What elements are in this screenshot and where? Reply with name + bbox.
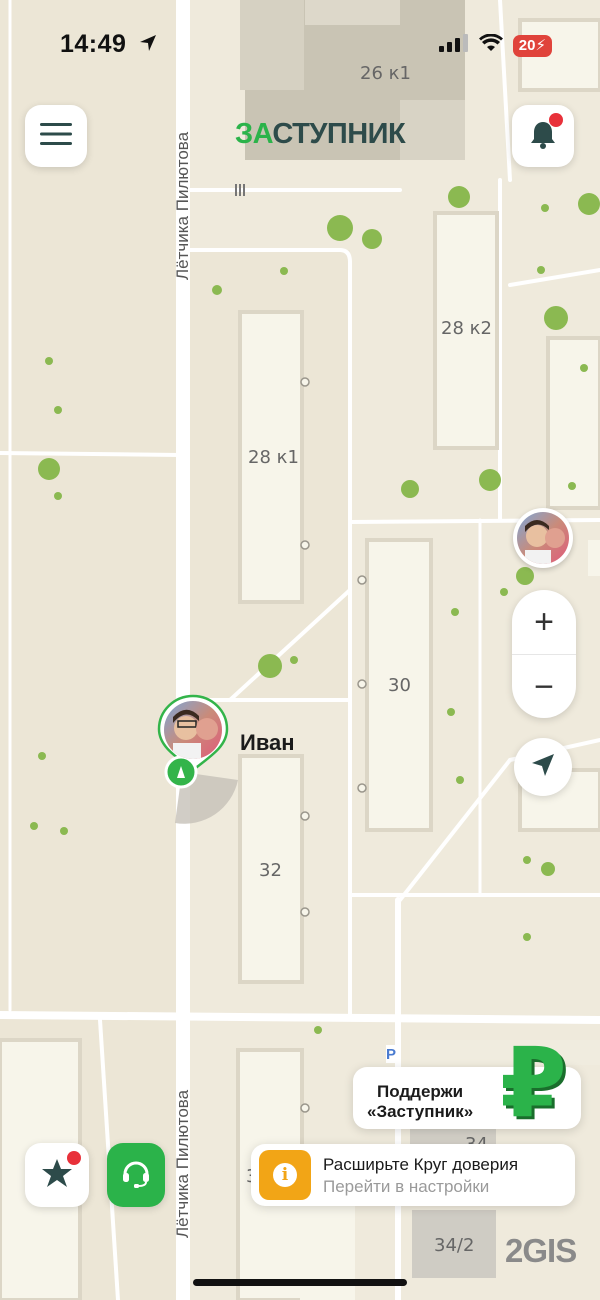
building-label: 28 к1: [248, 447, 299, 468]
location-arrow-icon: [138, 31, 158, 60]
notification-dot: [549, 112, 563, 127]
map-attribution: 2GIS: [505, 1232, 577, 1269]
bell-icon: [529, 112, 563, 154]
family-member-avatar[interactable]: [513, 508, 573, 568]
signal-icon: [438, 34, 469, 57]
support-card-line1: Поддержи: [377, 1082, 464, 1101]
hamburger-icon: [40, 122, 72, 151]
status-indicators: 20⚡: [438, 33, 552, 57]
person-marker[interactable]: [157, 694, 229, 790]
zoom-out-button[interactable]: −: [512, 655, 576, 719]
favorites-notification-dot: [67, 1150, 81, 1165]
navigation-arrow-icon: [530, 752, 556, 783]
person-avatar-photo-icon: [164, 701, 222, 759]
menu-button[interactable]: [25, 105, 87, 167]
notifications-button[interactable]: [512, 105, 574, 167]
support-card-line2: «Заступник»: [367, 1102, 474, 1121]
wifi-icon: [478, 33, 503, 57]
zoom-in-button[interactable]: +: [512, 590, 576, 655]
building-label: 34/2: [434, 1235, 475, 1256]
info-icon: i: [259, 1150, 311, 1200]
avatar-photo-icon: [517, 512, 569, 564]
my-location-button[interactable]: [514, 738, 572, 796]
logo-part1: ЗА: [235, 118, 273, 150]
headset-icon: [120, 1157, 152, 1194]
street-label: Лётчика Пилютова: [173, 131, 192, 280]
zoom-control: + −: [512, 590, 576, 718]
app-logo: ЗАСТУПНИК: [235, 118, 406, 151]
star-icon: [41, 1150, 81, 1194]
person-name-label: Иван: [240, 730, 295, 755]
building-label: 30: [388, 675, 411, 696]
building-label: 26 к1: [360, 63, 411, 84]
battery-level: 20: [518, 36, 536, 54]
info-icon-circle: i: [273, 1163, 297, 1187]
street-label: Лётчика Пилютова: [173, 1089, 192, 1238]
home-indicator[interactable]: [193, 1279, 407, 1286]
trust-circle-banner[interactable]: i Расширьте Круг доверия Перейти в настр…: [251, 1144, 575, 1206]
ruble-icon: ₽: [500, 1030, 567, 1137]
status-time: 14:49: [60, 30, 158, 60]
favorites-button[interactable]: [25, 1143, 89, 1207]
building-label: 32: [259, 860, 282, 881]
support-headset-button[interactable]: [107, 1143, 165, 1207]
building-label: 28 к2: [441, 318, 492, 339]
status-time-text: 14:49: [60, 30, 127, 58]
battery-indicator: 20⚡: [512, 34, 552, 57]
trust-banner-subtitle: Перейти в настройки: [323, 1177, 490, 1196]
logo-part2: СТУПНИК: [272, 118, 406, 150]
parking-label: P: [386, 1046, 397, 1063]
trust-banner-title: Расширьте Круг доверия: [323, 1155, 519, 1174]
